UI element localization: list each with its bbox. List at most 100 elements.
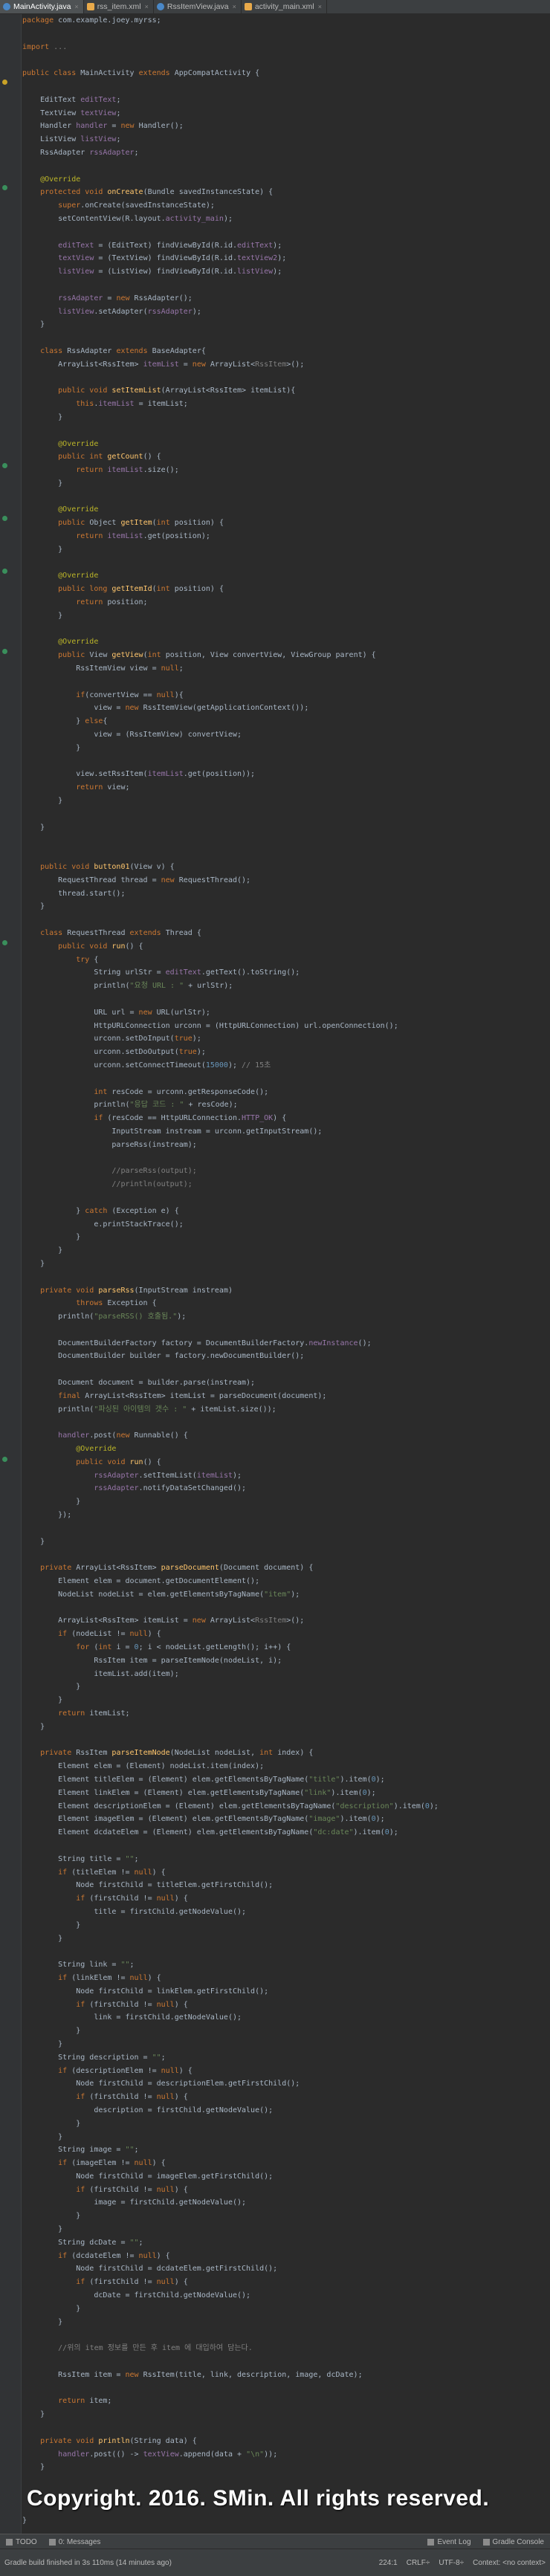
code-line[interactable]: } [22, 411, 543, 424]
code-line[interactable] [22, 1072, 543, 1086]
code-line[interactable]: } [22, 1231, 543, 1244]
code-line[interactable]: if (dcdateElem != null) { [22, 2250, 543, 2263]
code-line[interactable]: view.setRssItem(itemList.get(position)); [22, 768, 543, 781]
code-line[interactable]: Element elem = (Element) nodeList.item(i… [22, 1760, 543, 1773]
file-tab[interactable]: rss_item.xml × [84, 0, 154, 13]
code-line[interactable]: view = new RssItemView(getApplicationCon… [22, 702, 543, 715]
override-marker-icon[interactable] [2, 463, 7, 468]
code-line[interactable]: handler.post(() -> textView.append(data … [22, 2448, 543, 2462]
code-line[interactable]: public void run() { [22, 940, 543, 954]
code-line[interactable]: Element linkElem = (Element) elem.getEle… [22, 1787, 543, 1800]
close-tab-icon[interactable]: × [145, 3, 149, 10]
code-line[interactable]: String urlStr = editText.getText().toStr… [22, 966, 543, 980]
code-line[interactable]: DocumentBuilder builder = factory.newDoc… [22, 1350, 543, 1363]
file-encoding[interactable]: UTF-8÷ [434, 2559, 468, 2567]
code-line[interactable]: if (linkElem != null) { [22, 1972, 543, 1985]
code-line[interactable]: InputStream instream = urconn.getInputSt… [22, 1125, 543, 1139]
code-line[interactable]: println("parseRSS() 호출됨."); [22, 1310, 543, 1324]
code-line[interactable]: }); [22, 1509, 543, 1522]
code-line[interactable]: rssAdapter.notifyDataSetChanged(); [22, 1482, 543, 1495]
code-line[interactable]: } [22, 1932, 543, 1946]
code-line[interactable]: Element titleElem = (Element) elem.getEl… [22, 1773, 543, 1787]
code-line[interactable]: if (firstChild != null) { [22, 1999, 543, 2012]
code-line[interactable]: if (descriptionElem != null) { [22, 2065, 543, 2078]
code-line[interactable]: public View getView(int position, View c… [22, 649, 543, 662]
code-line[interactable]: if(convertView == null){ [22, 689, 543, 702]
code-line[interactable]: } [22, 2038, 543, 2051]
code-line[interactable] [22, 424, 543, 438]
code-line[interactable]: } [22, 2302, 543, 2316]
code-line[interactable]: listView = (ListView) findViewById(R.id.… [22, 265, 543, 279]
code-line[interactable]: println("요청 URL : " + urlStr); [22, 980, 543, 993]
code-line[interactable]: setContentView(R.layout.activity_main); [22, 213, 543, 226]
code-line[interactable]: } [22, 609, 543, 623]
code-line[interactable]: if (firstChild != null) { [22, 2276, 543, 2289]
code-line[interactable]: class RssAdapter extends BaseAdapter{ [22, 345, 543, 358]
code-line[interactable] [22, 54, 543, 67]
code-line[interactable]: @Override [22, 173, 543, 187]
messages-tab[interactable]: 0: Messages [43, 2534, 107, 2549]
code-line[interactable]: handler.post(new Runnable() { [22, 1429, 543, 1443]
override-marker-icon[interactable] [2, 1457, 7, 1462]
code-line[interactable] [22, 1416, 543, 1429]
code-line[interactable]: itemList.add(item); [22, 1668, 543, 1681]
code-line[interactable] [22, 2329, 543, 2342]
code-line[interactable]: } [22, 2025, 543, 2038]
code-line[interactable]: editText = (EditText) findViewById(R.id.… [22, 239, 543, 253]
code-line[interactable]: } [22, 1919, 543, 1932]
code-line[interactable]: image = firstChild.getNodeValue(); [22, 2196, 543, 2210]
code-line[interactable]: urconn.setConnectTimeout(15000); // 15초 [22, 1059, 543, 1072]
code-line[interactable] [22, 808, 543, 821]
code-line[interactable]: rssAdapter = new RssAdapter(); [22, 292, 543, 305]
code-line[interactable]: if (titleElem != null) { [22, 1866, 543, 1880]
code-line[interactable]: public void run() { [22, 1456, 543, 1469]
code-line[interactable] [22, 1522, 543, 1535]
code-line[interactable]: Node firstChild = descriptionElem.getFir… [22, 2077, 543, 2091]
code-line[interactable]: ListView listView; [22, 133, 543, 146]
code-line[interactable]: RequestThread thread = new RequestThread… [22, 874, 543, 887]
line-separator[interactable]: CRLF÷ [402, 2559, 435, 2567]
code-line[interactable] [22, 491, 543, 504]
code-line[interactable]: } [22, 2461, 543, 2474]
code-line[interactable]: listView.setAdapter(rssAdapter); [22, 305, 543, 319]
code-line[interactable]: } [22, 2210, 543, 2223]
code-line[interactable]: DocumentBuilderFactory factory = Documen… [22, 1337, 543, 1350]
code-line[interactable]: link = firstChild.getNodeValue(); [22, 2011, 543, 2025]
code-line[interactable]: Node firstChild = linkElem.getFirstChild… [22, 1985, 543, 1999]
code-line[interactable]: public long getItemId(int position) { [22, 583, 543, 596]
code-line[interactable]: public class MainActivity extends AppCom… [22, 67, 543, 80]
code-line[interactable]: String title = ""; [22, 1853, 543, 1866]
code-line[interactable]: Element dcdateElem = (Element) elem.getE… [22, 1826, 543, 1839]
file-tab[interactable]: RssItemView.java × [154, 0, 242, 13]
code-line[interactable] [22, 2355, 543, 2369]
code-line[interactable]: rssAdapter.setItemList(itemList); [22, 1469, 543, 1483]
code-line[interactable]: @Override [22, 635, 543, 649]
code-line[interactable]: } [22, 1495, 543, 1509]
code-line[interactable]: } [22, 2131, 543, 2144]
code-editor[interactable]: package com.example.joey.myrss; import ..… [22, 14, 543, 2534]
code-line[interactable] [22, 847, 543, 861]
code-line[interactable] [22, 1548, 543, 1562]
code-line[interactable]: if (firstChild != null) { [22, 1892, 543, 1906]
code-line[interactable]: @Override [22, 503, 543, 517]
code-line[interactable]: Element elem = document.getDocumentEleme… [22, 1575, 543, 1588]
code-line[interactable]: final ArrayList<RssItem> itemList = pars… [22, 1390, 543, 1403]
caret-position[interactable]: 224:1 [375, 2559, 402, 2567]
close-tab-icon[interactable]: × [74, 3, 78, 10]
code-line[interactable]: } [22, 1694, 543, 1707]
code-line[interactable]: } [22, 543, 543, 557]
code-line[interactable]: NodeList nodeList = elem.getElementsByTa… [22, 1588, 543, 1602]
code-line[interactable] [22, 913, 543, 927]
gradle-console-tab[interactable]: Gradle Console [477, 2534, 550, 2549]
code-line[interactable]: private void println(String data) { [22, 2435, 543, 2448]
code-line[interactable]: return item; [22, 2395, 543, 2408]
code-line[interactable] [22, 372, 543, 385]
code-line[interactable]: } [22, 742, 543, 755]
code-line[interactable] [22, 331, 543, 345]
code-line[interactable]: println("파싱된 아이템의 갯수 : " + itemList.size… [22, 1403, 543, 1417]
code-line[interactable]: } [22, 2117, 543, 2131]
code-line[interactable]: public void setItemList(ArrayList<RssIte… [22, 384, 543, 398]
code-line[interactable] [22, 160, 543, 173]
implements-marker-icon[interactable] [2, 80, 7, 85]
code-line[interactable]: private void parseRss(InputStream instre… [22, 1284, 543, 1298]
